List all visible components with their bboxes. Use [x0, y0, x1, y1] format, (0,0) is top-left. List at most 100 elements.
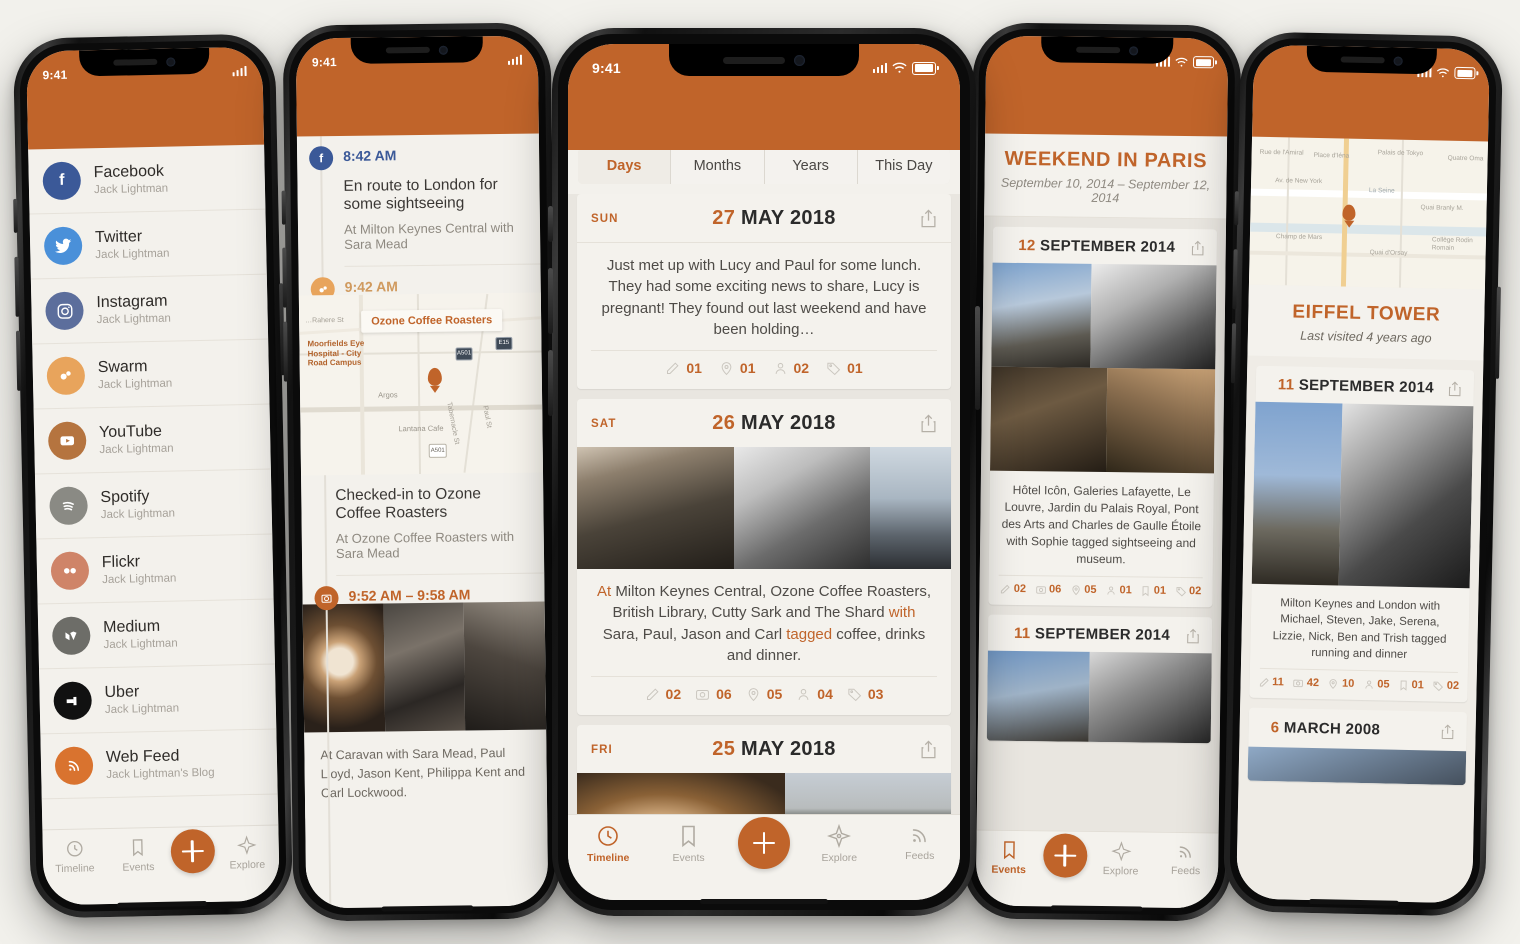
photo-strip[interactable] [1251, 401, 1474, 589]
timeline-entry[interactable]: 9:42 AM [298, 265, 540, 302]
phone-power[interactable] [1495, 286, 1501, 379]
photo[interactable] [991, 262, 1092, 368]
phone-mute-switch[interactable] [281, 190, 286, 225]
photo[interactable] [1251, 401, 1343, 586]
tab-explore[interactable]: Explore [1090, 841, 1152, 878]
tab-this-day[interactable]: This Day [857, 148, 950, 184]
photo[interactable] [990, 366, 1108, 473]
stat-value: 05 [1084, 583, 1097, 597]
days-scroll[interactable]: SUN 27 MAY 2018 Just met up with Lucy an… [568, 194, 960, 824]
phone-mute-switch[interactable] [1234, 191, 1239, 226]
day-card[interactable]: SUN 27 MAY 2018 Just met up with Lucy an… [577, 194, 951, 390]
add-button[interactable] [170, 828, 216, 874]
place-scroll[interactable]: Rue de l'Amiral Place d'Iéna Palais de T… [1236, 136, 1488, 904]
share-button[interactable] [915, 740, 937, 759]
feed-account: Jack Lightman [95, 247, 170, 262]
photo-strip[interactable] [1247, 746, 1467, 786]
photo[interactable] [383, 602, 466, 732]
timeline-entry[interactable]: f 8:42 AM En route to London for some si… [297, 134, 541, 268]
tab-days[interactable]: Days [578, 148, 672, 184]
phone-volume-up[interactable] [1232, 249, 1238, 310]
photo[interactable] [577, 447, 735, 570]
list-item[interactable]: Medium Jack Lightman [37, 599, 275, 670]
tab-bar[interactable]: Events Explore Feeds [975, 829, 1219, 909]
tab-events[interactable]: Events [107, 837, 170, 874]
feeds-list[interactable]: f Facebook Jack Lightman Twitter Jack Li… [28, 144, 279, 830]
list-item[interactable]: Uber Jack Lightman [39, 664, 277, 735]
phone-volume-down[interactable] [548, 350, 553, 416]
phone-mute-switch[interactable] [13, 198, 18, 233]
add-button[interactable] [1042, 833, 1088, 878]
photo-strip[interactable] [991, 262, 1217, 370]
day-card[interactable]: FRI 25 MAY 2018 [577, 725, 951, 824]
photo[interactable] [986, 650, 1090, 743]
tab-feeds[interactable]: Feeds [889, 824, 951, 862]
tab-explore[interactable]: Explore [216, 834, 279, 871]
tab-timeline[interactable]: Timeline [43, 838, 106, 875]
day-card[interactable]: 11 SEPTEMBER 2014 [986, 614, 1213, 744]
list-item[interactable]: Twitter Jack Lightman [29, 209, 267, 280]
map-header[interactable]: Rue de l'Amiral Place d'Iéna Palais de T… [1248, 136, 1488, 290]
tab-timeline[interactable]: Timeline [577, 824, 639, 864]
share-button[interactable] [915, 414, 937, 433]
list-item[interactable]: Web Feed Jack Lightman's Blog [40, 729, 278, 800]
tab-events[interactable]: Events [978, 840, 1040, 877]
day-card[interactable]: 11 SEPTEMBER 2014 Milton Keynes and Lond… [1249, 365, 1475, 703]
list-item[interactable]: Instagram Jack Lightman [30, 274, 269, 345]
photo-strip[interactable] [986, 650, 1212, 744]
phone-volume-down[interactable] [1230, 323, 1237, 384]
list-item[interactable]: YouTube Jack Lightman [33, 404, 271, 475]
tab-bar[interactable]: Timeline Events Explore [42, 824, 280, 906]
photo[interactable] [1247, 746, 1467, 786]
list-item[interactable]: Flickr Jack Lightman [36, 534, 274, 605]
event-scroll[interactable]: WEEKEND IN PARIS September 10, 2014 – Se… [976, 133, 1228, 843]
stat-value: 02 [1013, 583, 1027, 596]
photo[interactable] [734, 447, 870, 570]
phone-volume-down[interactable] [15, 330, 22, 391]
share-button[interactable] [1178, 628, 1200, 644]
share-button[interactable] [1183, 239, 1205, 255]
map-street-label: Place d'Iéna [1313, 151, 1350, 160]
segmented-control[interactable]: Days Months Years This Day [578, 148, 950, 184]
phone-mute-switch[interactable] [548, 206, 553, 242]
day-card[interactable]: 12 SEPTEMBER 2014 Hôtel Icôn, Galeries L… [988, 226, 1217, 608]
share-button[interactable] [915, 209, 937, 228]
photo[interactable] [869, 447, 951, 570]
photo-strip[interactable] [990, 366, 1216, 474]
share-button[interactable] [1432, 723, 1454, 739]
photo[interactable] [1338, 403, 1474, 589]
day-timeline[interactable]: f 8:42 AM En route to London for some si… [296, 133, 549, 909]
phone-volume-down[interactable] [283, 321, 288, 382]
pencil-icon [1259, 677, 1269, 687]
list-item[interactable]: f Facebook Jack Lightman [28, 144, 266, 215]
phone-power[interactable] [975, 306, 980, 410]
tab-label: Events [672, 852, 705, 864]
tab-bar[interactable]: Timeline Events Explore Feeds [568, 814, 960, 900]
tab-feeds[interactable]: Feeds [1155, 842, 1217, 878]
day-card-body: Milton Keynes and London with Michael, S… [1272, 597, 1447, 661]
list-item[interactable]: Spotify Jack Lightman [34, 469, 273, 540]
photo[interactable] [1089, 263, 1217, 370]
timeline-entry[interactable]: 9:52 AM – 9:58 AM [302, 574, 544, 611]
photo[interactable] [302, 603, 385, 733]
tab-months[interactable]: Months [671, 148, 765, 184]
list-item[interactable]: Swarm Jack Lightman [32, 339, 270, 410]
day-card[interactable]: 6 MARCH 2008 [1247, 707, 1468, 786]
day-card[interactable]: SAT 26 MAY 2018 At Milton Keynes Central… [577, 399, 951, 716]
photo[interactable] [1106, 368, 1216, 474]
map-thumbnail[interactable]: Moorfields Eye Hospital - City Road Camp… [298, 292, 544, 476]
tab-years[interactable]: Years [764, 148, 858, 184]
phone-volume-up[interactable] [282, 247, 287, 308]
phone-volume-up[interactable] [14, 256, 20, 317]
tab-explore[interactable]: Explore [808, 824, 870, 864]
body-text: Milton Keynes Central, Ozone Coffee Roas… [612, 583, 932, 622]
tab-events[interactable]: Events [658, 824, 720, 864]
photo-strip[interactable] [577, 447, 951, 570]
phone-volume-up[interactable] [548, 268, 553, 334]
rss-icon [912, 829, 926, 843]
add-button[interactable] [737, 817, 790, 869]
share-button[interactable] [1440, 380, 1462, 396]
photo[interactable] [1088, 652, 1212, 744]
photo-strip[interactable] [302, 601, 547, 733]
photo[interactable] [463, 601, 547, 731]
